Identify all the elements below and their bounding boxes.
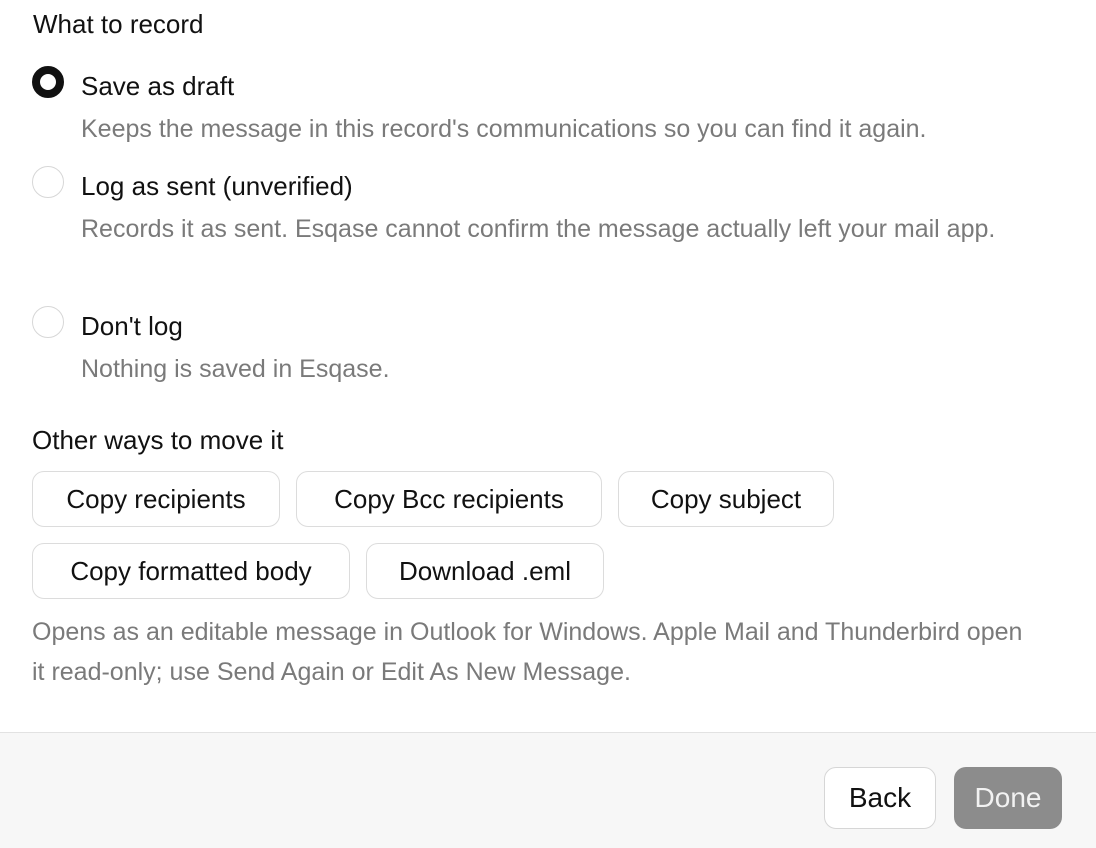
other-ways-heading: Other ways to move it bbox=[32, 425, 284, 455]
option-dont-log[interactable]: Don't log Nothing is saved in Esqase. bbox=[32, 306, 1072, 386]
copy-bcc-recipients-button[interactable]: Copy Bcc recipients bbox=[296, 471, 602, 527]
radio-save-as-draft[interactable] bbox=[32, 66, 64, 98]
copy-subject-button[interactable]: Copy subject bbox=[618, 471, 834, 527]
option-log-as-sent[interactable]: Log as sent (unverified) Records it as s… bbox=[32, 166, 1072, 286]
option-description: Keeps the message in this record's commu… bbox=[81, 115, 927, 143]
option-save-as-draft[interactable]: Save as draft Keeps the message in this … bbox=[32, 66, 1072, 146]
record-dialog-content: What to record Save as draft Keeps the m… bbox=[0, 0, 1096, 732]
done-button[interactable]: Done bbox=[954, 767, 1062, 829]
copy-formatted-body-button[interactable]: Copy formatted body bbox=[32, 543, 350, 599]
option-label: Save as draft bbox=[81, 71, 235, 101]
what-to-record-heading: What to record bbox=[33, 9, 204, 39]
back-button[interactable]: Back bbox=[824, 767, 936, 829]
copy-recipients-button[interactable]: Copy recipients bbox=[32, 471, 280, 527]
dialog-footer: Back Done bbox=[0, 732, 1096, 848]
eml-help-text: Opens as an editable message in Outlook … bbox=[32, 618, 1023, 686]
option-description: Records it as sent. Esqase cannot confir… bbox=[81, 215, 996, 243]
radio-dont-log[interactable] bbox=[32, 306, 64, 338]
option-label: Don't log bbox=[81, 311, 183, 341]
download-eml-button[interactable]: Download .eml bbox=[366, 543, 604, 599]
radio-log-as-sent[interactable] bbox=[32, 166, 64, 198]
option-description: Nothing is saved in Esqase. bbox=[81, 355, 390, 383]
option-label: Log as sent (unverified) bbox=[81, 171, 353, 201]
